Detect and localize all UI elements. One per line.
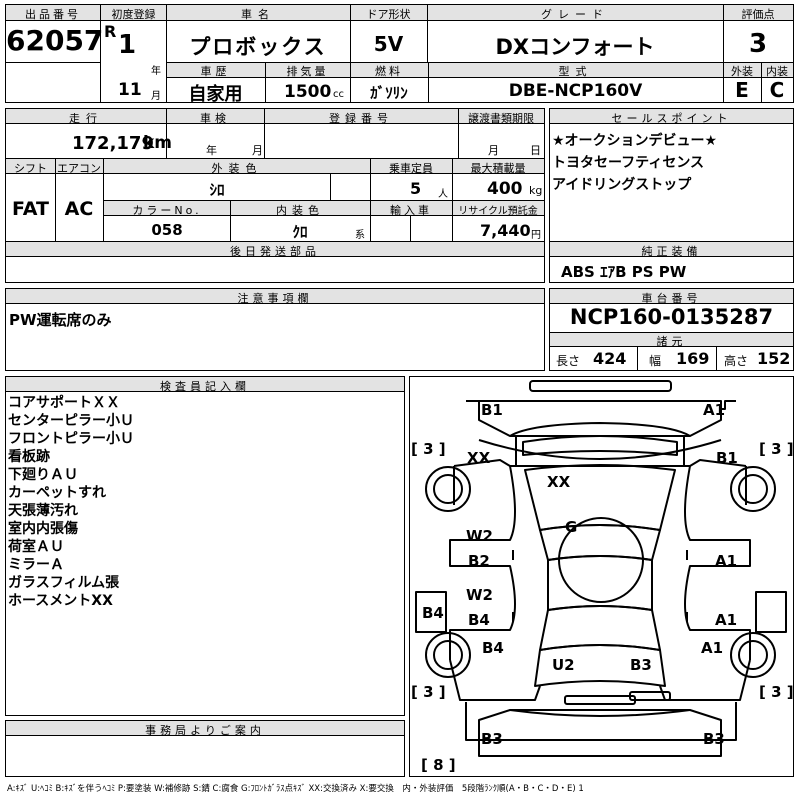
tire-tread-rating: [ 3 ] bbox=[411, 440, 446, 458]
damage-mark: B1 bbox=[716, 449, 738, 467]
spare-tire-rating: [ 8 ] bbox=[421, 756, 456, 774]
damage-mark: B4 bbox=[422, 604, 444, 622]
tire-tread-rating: [ 3 ] bbox=[759, 683, 794, 701]
damage-mark: B3 bbox=[630, 656, 652, 674]
damage-mark: B3 bbox=[481, 730, 503, 748]
legend: A:ｷｽﾞ U:ﾍｺﾐ B:ｷｽﾞを伴うﾍｺﾐ P:要塗装 W:補修跡 S:錆 … bbox=[7, 784, 584, 794]
damage-mark: A1 bbox=[715, 552, 738, 570]
damage-mark: B3 bbox=[703, 730, 725, 748]
damage-mark: A1 bbox=[703, 401, 726, 419]
damage-mark: A1 bbox=[715, 611, 738, 629]
damage-mark: B1 bbox=[481, 401, 503, 419]
damage-mark: B4 bbox=[482, 639, 504, 657]
damage-mark: G bbox=[565, 518, 578, 536]
damage-mark: A1 bbox=[701, 639, 724, 657]
damage-mark: W2 bbox=[466, 527, 493, 545]
tire-tread-rating: [ 3 ] bbox=[759, 440, 794, 458]
damage-mark: W2 bbox=[466, 586, 493, 604]
damage-mark: XX bbox=[547, 473, 571, 491]
tire-tread-rating: [ 3 ] bbox=[411, 683, 446, 701]
damage-mark: U2 bbox=[552, 656, 575, 674]
damage-mark: XX bbox=[467, 449, 491, 467]
damage-mark: B2 bbox=[468, 552, 490, 570]
car-damage-diagram bbox=[415, 380, 787, 757]
damage-mark: B4 bbox=[468, 611, 490, 629]
